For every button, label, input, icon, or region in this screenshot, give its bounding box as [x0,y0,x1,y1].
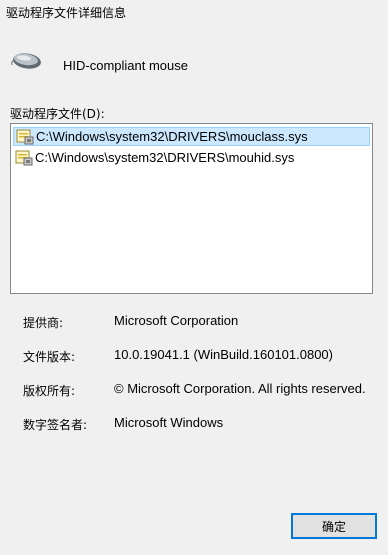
driver-file-details-dialog: 驱动程序文件详细信息 HID-compliant mouse 驱动程序文件(D)… [0,0,388,555]
copyright-value: © Microsoft Corporation. All rights rese… [114,381,366,396]
driver-file-list[interactable]: C:\Windows\system32\DRIVERS\mouclass.sys… [10,123,373,294]
mouse-icon [11,53,41,69]
file-version-value: 10.0.19041.1 (WinBuild.160101.0800) [114,347,333,362]
file-version-label: 文件版本: [23,350,76,364]
driver-file-item[interactable]: C:\Windows\system32\DRIVERS\mouclass.sys [13,127,370,146]
driver-file-icon [15,150,33,165]
driver-file-item[interactable]: C:\Windows\system32\DRIVERS\mouhid.sys [13,148,370,167]
provider-label: 提供商: [23,316,64,330]
driver-file-icon [16,129,34,144]
driver-file-path: C:\Windows\system32\DRIVERS\mouclass.sys [36,129,308,144]
ok-button[interactable]: 确定 [291,513,377,539]
digital-signer-label: 数字签名者: [23,418,88,432]
device-name: HID-compliant mouse [63,58,188,73]
provider-value: Microsoft Corporation [114,313,239,328]
driver-file-path: C:\Windows\system32\DRIVERS\mouhid.sys [35,150,295,165]
driver-files-label: 驱动程序文件(D): [10,107,105,121]
copyright-label: 版权所有: [23,384,76,398]
window-title: 驱动程序文件详细信息 [6,6,127,20]
digital-signer-value: Microsoft Windows [114,415,224,430]
